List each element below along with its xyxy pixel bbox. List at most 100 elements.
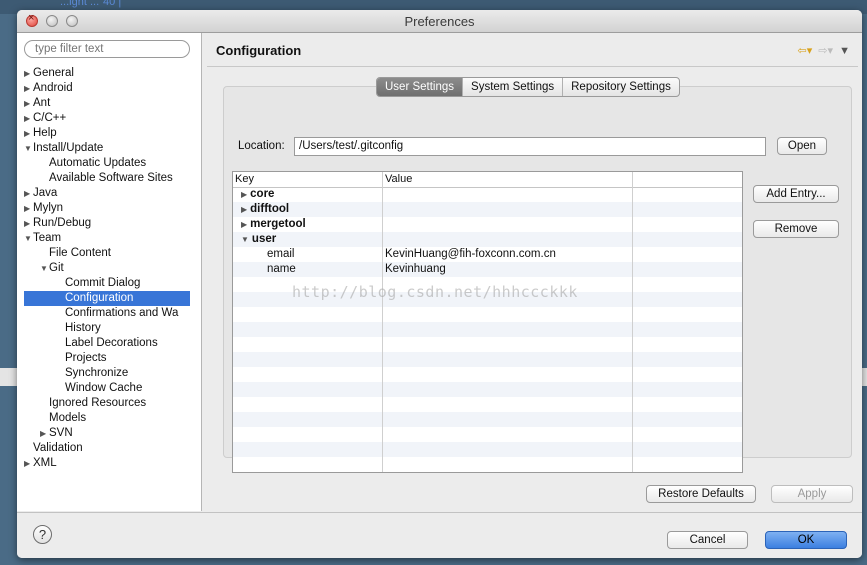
expand-arrow-icon[interactable]: ▶ <box>24 126 33 141</box>
collapse-arrow-icon[interactable]: ▼ <box>24 231 33 246</box>
tree-item[interactable]: ▶ Mylyn <box>24 201 190 216</box>
expand-arrow-icon[interactable]: ▶ <box>241 190 247 199</box>
table-row[interactable]: name Kevinhuang <box>233 262 742 277</box>
tree-item-label: Commit Dialog <box>65 277 141 289</box>
tree-item[interactable]: ▶ Android <box>24 81 190 96</box>
collapse-arrow-icon[interactable]: ▼ <box>40 261 49 276</box>
tree-item[interactable]: Validation <box>24 441 190 456</box>
tree-item-label: Java <box>33 187 58 199</box>
tree-item[interactable]: File Content <box>24 246 190 261</box>
tree-item-label: Run/Debug <box>33 217 92 229</box>
arrow-left-icon[interactable]: ⇦▾ <box>797 45 812 57</box>
empty-table-row[interactable] <box>233 397 742 412</box>
table-row[interactable]: ▶ core <box>233 187 742 202</box>
empty-table-row[interactable] <box>233 412 742 427</box>
expand-arrow-icon[interactable]: ▶ <box>24 66 33 81</box>
ok-button[interactable]: OK <box>765 531 847 549</box>
column-divider <box>632 172 633 472</box>
empty-table-row[interactable] <box>233 367 742 382</box>
collapse-arrow-icon[interactable]: ▼ <box>241 235 249 244</box>
tree-item[interactable]: ▼Git <box>24 261 190 276</box>
tree-item[interactable]: ▶ General <box>24 66 190 81</box>
column-header-key[interactable]: Key <box>233 172 254 187</box>
tree-item[interactable]: ▶ Help <box>24 126 190 141</box>
restore-defaults-button[interactable]: Restore Defaults <box>646 485 756 503</box>
empty-table-row[interactable] <box>233 382 742 397</box>
tree-item[interactable]: Confirmations and Wa <box>24 306 190 321</box>
tab-repository-settings[interactable]: Repository Settings <box>563 78 679 96</box>
tree-item[interactable]: Projects <box>24 351 190 366</box>
tree-item[interactable]: Label Decorations <box>24 336 190 351</box>
apply-button[interactable]: Apply <box>771 485 853 503</box>
tree-item-label: General <box>33 67 74 79</box>
help-icon[interactable]: ? <box>33 525 52 544</box>
tree-item[interactable]: Commit Dialog <box>24 276 190 291</box>
remove-button[interactable]: Remove <box>753 220 839 238</box>
tree-item[interactable]: ▶ Ant <box>24 96 190 111</box>
tree-item-label: XML <box>33 457 57 469</box>
tree-item[interactable]: ▶ Run/Debug <box>24 216 190 231</box>
tree-item[interactable]: ▼Team <box>24 231 190 246</box>
title-bar[interactable]: Preferences <box>17 10 862 33</box>
tree-item[interactable]: Configuration <box>24 291 190 306</box>
key-label: core <box>250 188 275 200</box>
collapse-arrow-icon[interactable]: ▼ <box>24 141 33 156</box>
tree-item-label: Install/Update <box>33 142 104 154</box>
column-header-value[interactable]: Value <box>383 172 412 187</box>
filter-input[interactable] <box>24 40 190 58</box>
view-menu-icon[interactable]: ▼ <box>839 45 850 57</box>
expand-arrow-icon[interactable]: ▶ <box>241 205 247 214</box>
key-cell: ▶ difftool <box>241 202 289 217</box>
expand-arrow-icon[interactable]: ▶ <box>24 96 33 111</box>
empty-table-row[interactable] <box>233 337 742 352</box>
location-field[interactable]: /Users/test/.gitconfig <box>294 137 766 156</box>
tree-item[interactable]: Window Cache <box>24 381 190 396</box>
add-entry-button[interactable]: Add Entry... <box>753 185 839 203</box>
tree-item[interactable]: Automatic Updates <box>24 156 190 171</box>
cancel-button[interactable]: Cancel <box>667 531 748 549</box>
tree-item[interactable]: ▼Install/Update <box>24 141 190 156</box>
expand-arrow-icon[interactable]: ▶ <box>24 201 33 216</box>
tree-item[interactable]: ▶ XML <box>24 456 190 471</box>
empty-table-row[interactable] <box>233 457 742 472</box>
column-divider <box>382 172 383 472</box>
expand-arrow-icon[interactable]: ▶ <box>40 426 49 441</box>
tree-item[interactable]: ▶ SVN <box>24 426 190 441</box>
key-cell: ▶ mergetool <box>241 217 306 232</box>
expand-arrow-icon[interactable]: ▶ <box>24 456 33 471</box>
empty-table-row[interactable] <box>233 307 742 322</box>
table-row[interactable]: ▶ difftool <box>233 202 742 217</box>
value-cell: Kevinhuang <box>385 263 446 275</box>
window-title: Preferences <box>404 14 475 29</box>
tree-item-label: Validation <box>33 442 83 454</box>
table-row[interactable]: email KevinHuang@fih-foxconn.com.cn <box>233 247 742 262</box>
tree-item-label: C/C++ <box>33 112 67 124</box>
tree-item[interactable]: History <box>24 321 190 336</box>
tab-user-settings[interactable]: User Settings <box>377 78 464 96</box>
tree-item-label: SVN <box>49 427 73 439</box>
open-button[interactable]: Open <box>777 137 827 155</box>
tree-item[interactable]: Models <box>24 411 190 426</box>
expand-arrow-icon[interactable]: ▶ <box>241 220 247 229</box>
value-cell: KevinHuang@fih-foxconn.com.cn <box>385 248 556 260</box>
tree-item-label: Team <box>33 232 62 244</box>
expand-arrow-icon[interactable]: ▶ <box>24 216 33 231</box>
expand-arrow-icon[interactable]: ▶ <box>24 186 33 201</box>
empty-table-row[interactable] <box>233 442 742 457</box>
table-row[interactable]: ▼ user <box>233 232 742 247</box>
tab-system-settings[interactable]: System Settings <box>463 78 564 96</box>
expand-arrow-icon[interactable]: ▶ <box>24 81 33 96</box>
tree-item[interactable]: Available Software Sites <box>24 171 190 186</box>
tree-item[interactable]: Synchronize <box>24 366 190 381</box>
arrow-right-icon[interactable]: ⇨▾ <box>818 45 833 57</box>
dialog-button-bar: ? Cancel OK <box>17 512 862 558</box>
tree-item[interactable]: ▶ Java <box>24 186 190 201</box>
key-label: mergetool <box>250 218 306 230</box>
expand-arrow-icon[interactable]: ▶ <box>24 111 33 126</box>
table-row[interactable]: ▶ mergetool <box>233 217 742 232</box>
tree-item[interactable]: ▶ C/C++ <box>24 111 190 126</box>
empty-table-row[interactable] <box>233 352 742 367</box>
tree-item[interactable]: Ignored Resources <box>24 396 190 411</box>
empty-table-row[interactable] <box>233 427 742 442</box>
empty-table-row[interactable] <box>233 322 742 337</box>
